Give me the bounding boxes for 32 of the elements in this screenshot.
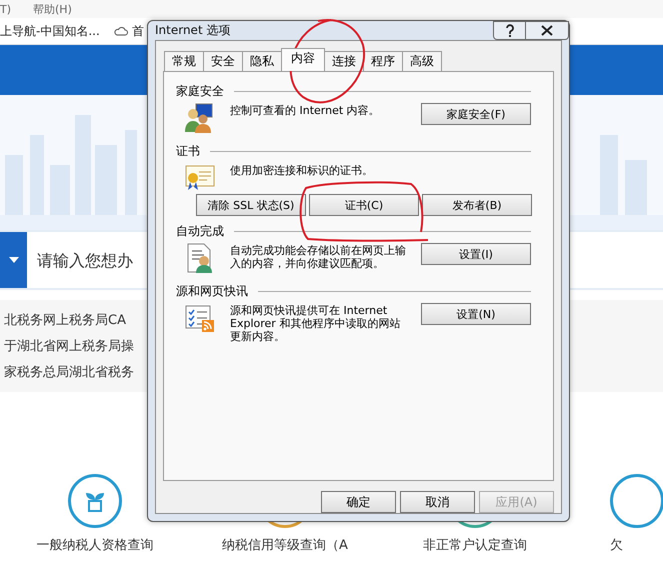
dialog-button[interactable]: 发布者(B) (422, 194, 532, 216)
description-text: 自动完成功能会存储以前在网页上输入的内容，并向你建议匹配项。 (230, 243, 407, 270)
service-label[interactable]: 欠 (610, 536, 623, 554)
tab[interactable]: 常规 (164, 51, 204, 71)
group-title: 家庭安全 (176, 82, 224, 100)
group-title: 自动完成 (176, 222, 224, 240)
group-title: 证书 (176, 142, 200, 160)
dialog-button[interactable]: 清除 SSL 状态(S) (196, 194, 306, 216)
tab[interactable]: 连接 (324, 51, 364, 71)
description-text: 源和网页快讯提供可在 Internet Explorer 和其他程序中读取的网站更新内容。 (230, 303, 402, 343)
menu-item[interactable]: 帮助(H) (33, 2, 72, 16)
dialog-button[interactable]: 家庭安全(F) (421, 103, 531, 125)
dialog-button[interactable]: 确定 (321, 491, 396, 513)
tab[interactable]: 隐私 (242, 51, 282, 71)
description-text: 使用加密连接和标识的证书。 (230, 163, 374, 177)
dialog-button[interactable]: 设置(I) (421, 243, 531, 265)
group-title: 源和网页快讯 (176, 282, 248, 300)
tab[interactable]: 内容 (281, 48, 325, 71)
dialog-button[interactable]: 设置(N) (421, 303, 531, 325)
description-text: 控制可查看的 Internet 内容。 (230, 103, 381, 117)
dialog-button[interactable]: 证书(C) (309, 194, 419, 216)
service-label[interactable]: 纳税信用等级查询（A (222, 536, 348, 554)
tab[interactable]: 安全 (203, 51, 243, 71)
bookmark-link[interactable]: 上导航-中国知名... (0, 22, 100, 40)
bookmark-link[interactable]: 首 (132, 22, 144, 40)
service-label[interactable]: 非正常户认定查询 (423, 536, 527, 554)
menu-item[interactable]: T) (0, 2, 12, 16)
tab[interactable]: 高级 (402, 51, 442, 71)
service-label[interactable]: 一般纳税人资格查询 (36, 536, 154, 554)
tab[interactable]: 程序 (363, 51, 403, 71)
window-title: Internet 选项 (155, 22, 230, 39)
dialog-button[interactable]: 取消 (400, 491, 475, 513)
